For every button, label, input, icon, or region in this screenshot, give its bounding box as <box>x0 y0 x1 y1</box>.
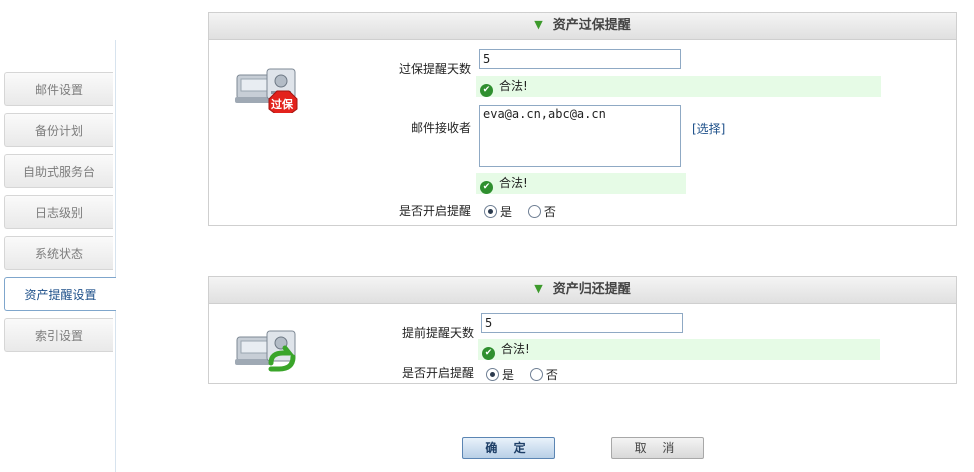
sidebar-item-asset-reminder-settings[interactable]: 资产提醒设置 <box>4 277 116 311</box>
warranty-enable-radio-group: 是 否 <box>484 203 568 220</box>
warranty-days-valid-message: ✔ 合法! <box>476 76 881 97</box>
return-panel-title: 资产归还提醒 <box>552 282 631 297</box>
return-enable-yes-label[interactable]: 是 <box>502 368 514 382</box>
sidebar-item-backup-plan[interactable]: 备份计划 <box>4 113 113 147</box>
return-days-input[interactable] <box>481 313 683 333</box>
return-enable-no-radio[interactable] <box>529 368 543 381</box>
return-reminder-panel: ▼ 资产归还提醒 提前提醒天数 ✔合法! 是否开启提醒 是 否 <box>208 276 957 384</box>
warranty-panel-title: 资产过保提醒 <box>552 18 631 33</box>
check-circle-icon: ✔ <box>480 84 493 97</box>
check-circle-icon: ✔ <box>480 181 493 194</box>
sidebar-item-index-settings[interactable]: 索引设置 <box>4 318 113 352</box>
warranty-badge-text: 过保 <box>271 98 293 111</box>
warranty-device-icon: 过保 <box>231 65 301 116</box>
warranty-reminder-panel: ▼ 资产过保提醒 过保 过保提醒天数 ✔合法! 邮件接收者 eva@a.cn,ab… <box>208 12 957 226</box>
recipients-valid-message: ✔ 合法! <box>476 173 686 194</box>
sidebar-item-mail-settings[interactable]: 邮件设置 <box>4 72 113 106</box>
cancel-button[interactable]: 取 消 <box>611 437 704 459</box>
check-circle-icon: ✔ <box>482 347 495 360</box>
warranty-panel-header[interactable]: ▼ 资产过保提醒 <box>209 13 956 40</box>
return-enable-radio-group: 是 否 <box>486 366 570 383</box>
warranty-days-input[interactable] <box>479 49 681 69</box>
confirm-button[interactable]: 确 定 <box>462 437 555 459</box>
warranty-enable-no-radio[interactable] <box>527 205 541 218</box>
sidebar-item-system-status[interactable]: 系统状态 <box>4 236 113 270</box>
return-panel-header[interactable]: ▼ 资产归还提醒 <box>209 277 956 304</box>
sidebar-item-self-service-desk[interactable]: 自助式服务台 <box>4 154 113 188</box>
return-enable-label: 是否开启提醒 <box>401 366 474 380</box>
sidebar-item-log-level[interactable]: 日志级别 <box>4 195 113 229</box>
return-days-label: 提前提醒天数 <box>401 326 474 340</box>
warranty-enable-label: 是否开启提醒 <box>398 204 471 218</box>
chevron-down-icon: ▼ <box>534 18 543 31</box>
chevron-down-icon: ▼ <box>534 282 543 295</box>
return-days-valid-message: ✔ 合法! <box>478 339 880 360</box>
return-enable-no-label[interactable]: 否 <box>546 368 558 382</box>
select-recipients-link[interactable]: [选择] <box>692 120 725 137</box>
recipients-label: 邮件接收者 <box>410 121 471 135</box>
return-device-icon <box>231 327 301 375</box>
warranty-days-label: 过保提醒天数 <box>398 62 471 76</box>
sidebar-divider <box>115 40 116 472</box>
warranty-enable-yes-label[interactable]: 是 <box>500 205 512 219</box>
return-enable-yes-radio[interactable] <box>486 368 499 381</box>
recipients-textarea[interactable]: eva@a.cn,abc@a.cn <box>479 105 681 167</box>
warranty-enable-yes-radio[interactable] <box>484 205 497 218</box>
warranty-enable-no-label[interactable]: 否 <box>544 205 556 219</box>
